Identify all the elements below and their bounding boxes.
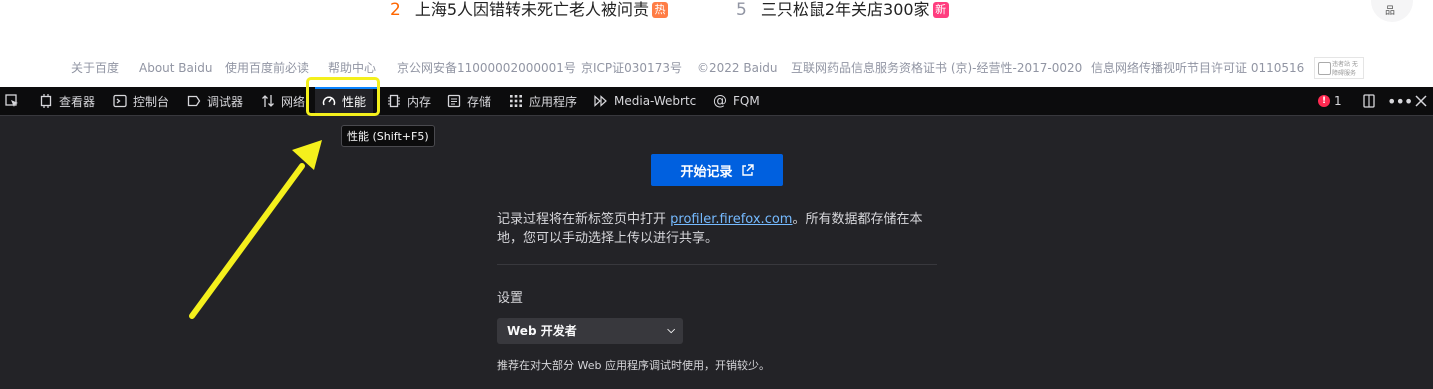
accessibility-logo[interactable]: 违者站 无障碍服务 — [1314, 57, 1364, 79]
recording-description: 记录过程将在新标签页中打开 profiler.firefox.com。所有数据都… — [497, 210, 947, 248]
hot-search-text: 上海5人因错转未死亡老人被问责 — [414, 0, 650, 19]
media-icon — [594, 95, 607, 107]
tab-fqm[interactable]: @ FQM — [713, 87, 760, 115]
description-prefix: 记录过程将在新标签页中打开 — [497, 212, 671, 227]
footer-link[interactable]: 京公网安备11000002000001号 — [397, 59, 576, 77]
hot-rank-number: 2 — [390, 0, 401, 20]
chevron-down-icon: ⌵ — [667, 325, 675, 336]
performance-tooltip: 性能 (Shift+F5) — [341, 125, 435, 147]
devtools-toolbar: 查看器 控制台 调试器 网络 性能 内存 存储 应用程序 Media-Webrt… — [0, 87, 1433, 116]
tab-debugger-label: 调试器 — [207, 94, 244, 109]
memory-icon — [388, 94, 400, 108]
footer-link[interactable]: 帮助中心 — [328, 59, 376, 77]
footer-link[interactable]: ©2022 Baidu — [697, 59, 778, 77]
close-icon — [1415, 95, 1427, 107]
preset-select[interactable]: Web 开发者 ⌵ — [497, 318, 683, 344]
application-icon — [510, 95, 522, 107]
hot-badge: 热 — [652, 2, 669, 18]
error-count-value: 1 — [1334, 94, 1342, 108]
hot-rank-number: 5 — [736, 0, 747, 20]
product-menu-label: 品 — [1385, 6, 1395, 17]
preset-select-value: Web 开发者 — [507, 324, 577, 338]
debugger-icon — [187, 95, 201, 107]
tab-storage-label: 存储 — [467, 94, 492, 109]
annotation-highlight-box — [306, 77, 380, 116]
new-badge: 新 — [932, 2, 949, 18]
tab-network-label: 网络 — [281, 94, 306, 109]
preset-description: 推荐在对大部分 Web 应用程序调试时使用，开销较少。 — [497, 359, 770, 372]
section-divider — [497, 264, 937, 265]
baidu-page-area: 2 上海5人因错转未死亡老人被问责热 5 三只松鼠2年关店300家新 品 关于百度 … — [0, 0, 1433, 87]
footer-link[interactable]: 使用百度前必读 — [225, 59, 309, 77]
footer-link[interactable]: 互联网药品信息服务资格证书 (京)-经营性-2017-0020 — [791, 59, 1082, 77]
tab-application[interactable]: 应用程序 — [509, 87, 577, 115]
tab-application-label: 应用程序 — [529, 94, 578, 109]
tab-memory-label: 内存 — [407, 94, 432, 109]
footer-link[interactable]: 京ICP证030173号 — [581, 59, 682, 77]
footer-link[interactable]: 关于百度 — [71, 59, 119, 77]
accessibility-logo-text: 违者站 无障碍服务 — [1332, 61, 1358, 77]
tab-storage[interactable]: 存储 — [447, 87, 491, 115]
start-recording-label: 开始记录 — [680, 164, 733, 180]
start-recording-button[interactable]: 开始记录 — [651, 154, 783, 186]
tab-media-webrtc[interactable]: Media-Webrtc — [594, 87, 696, 115]
fqm-icon: @ — [713, 93, 727, 109]
close-devtools-button[interactable] — [1415, 87, 1427, 115]
tab-pick-element[interactable] — [5, 87, 25, 115]
tab-inspector-label: 查看器 — [59, 94, 96, 109]
product-menu-button[interactable]: 品 — [1371, 0, 1413, 22]
tab-network[interactable]: 网络 — [261, 87, 305, 115]
tab-debugger[interactable]: 调试器 — [187, 87, 243, 115]
settings-heading: 设置 — [497, 291, 524, 306]
network-icon — [262, 95, 274, 107]
inspector-icon — [40, 94, 52, 108]
more-options-icon: ••• — [1387, 91, 1413, 111]
tab-fqm-label: FQM — [733, 94, 760, 108]
storage-icon — [447, 94, 461, 108]
footer-link[interactable]: 信息网络传播视听节目许可证 0110516 — [1091, 59, 1304, 77]
pick-element-icon — [5, 94, 18, 107]
accessibility-icon — [1318, 62, 1331, 75]
error-icon: ! — [1318, 95, 1330, 107]
more-options-button[interactable]: ••• — [1387, 87, 1413, 115]
external-link-icon — [741, 163, 754, 176]
profiler-link[interactable]: profiler.firefox.com — [670, 212, 792, 227]
dock-options-button[interactable] — [1362, 87, 1376, 115]
dock-icon — [1363, 94, 1375, 108]
tab-inspector[interactable]: 查看器 — [39, 87, 95, 115]
console-icon — [113, 94, 127, 108]
hot-search-item[interactable]: 5 三只松鼠2年关店300家新 — [736, 0, 949, 20]
footer-links: 关于百度 About Baidu 使用百度前必读 帮助中心 京公网安备11000… — [0, 59, 1433, 79]
tab-console[interactable]: 控制台 — [113, 87, 169, 115]
tab-media-webrtc-label: Media-Webrtc — [614, 94, 697, 108]
hot-search-text: 三只松鼠2年关店300家 — [760, 0, 930, 19]
error-count-indicator[interactable]: ! 1 — [1318, 87, 1342, 115]
hot-search-item[interactable]: 2 上海5人因错转未死亡老人被问责热 — [390, 0, 669, 20]
tab-memory[interactable]: 内存 — [387, 87, 431, 115]
tab-console-label: 控制台 — [133, 94, 170, 109]
footer-link[interactable]: About Baidu — [139, 59, 212, 77]
